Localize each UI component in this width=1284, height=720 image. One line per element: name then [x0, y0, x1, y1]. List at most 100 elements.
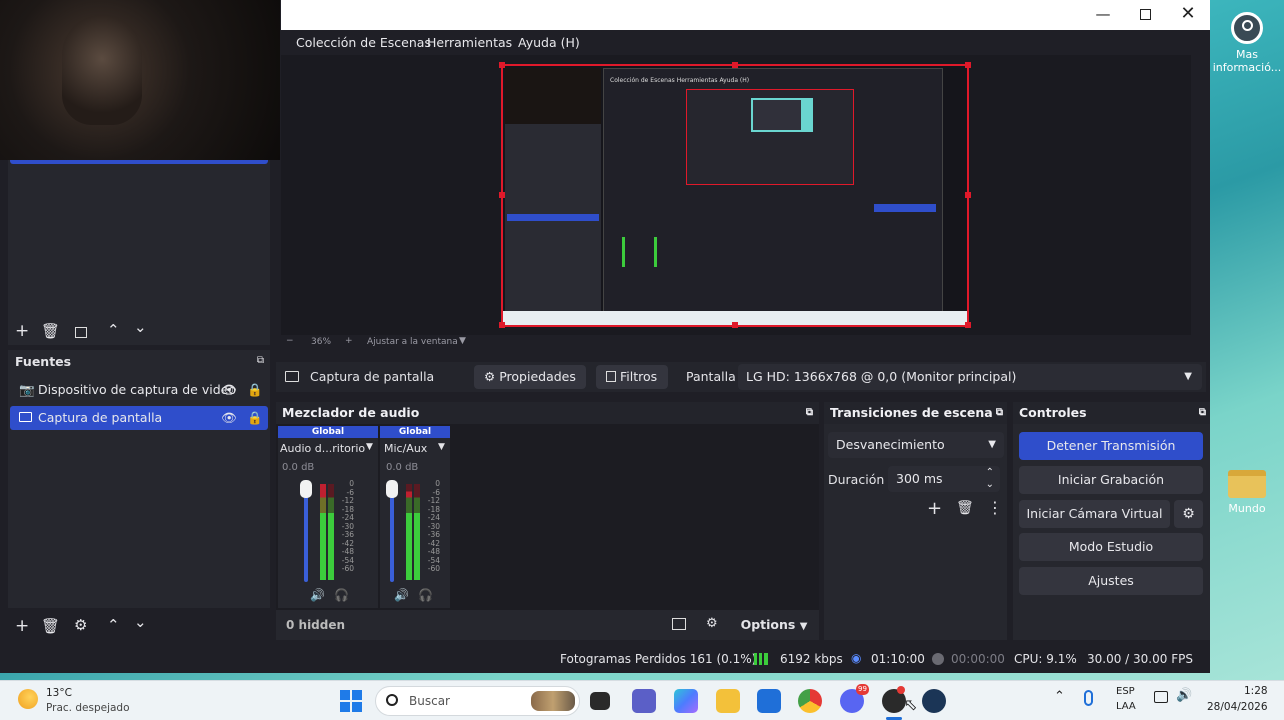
more-options-icon[interactable]: ⋮ [987, 498, 1003, 517]
fit-window-label[interactable]: Ajustar a la ventana [367, 337, 458, 347]
search-placeholder: Buscar [409, 694, 450, 708]
steam-icon[interactable] [922, 689, 946, 713]
menu-help[interactable]: Ayuda (H) [518, 35, 580, 50]
headphones-icon[interactable]: 🎧 [334, 588, 349, 602]
clock-time[interactable]: 1:28 [1244, 685, 1268, 697]
stop-streaming-button[interactable]: Detener Transmisión [1019, 432, 1203, 460]
screen-select[interactable]: LG HD: 1366x768 @ 0,0 (Monitor principal… [738, 364, 1202, 390]
headphones-icon[interactable]: 🎧 [418, 588, 433, 602]
capture-left-panel [505, 124, 601, 322]
chrome-icon[interactable] [798, 689, 822, 713]
resize-handle-ml[interactable] [499, 192, 505, 198]
undock-icon[interactable]: ⧉ [806, 402, 813, 424]
lock-icon[interactable]: 🔒 [247, 406, 263, 430]
zoom-in-icon[interactable]: + [345, 336, 353, 346]
virtual-camera-settings-button[interactable]: ⚙ [1174, 500, 1203, 528]
sources-undock-icon[interactable]: ⧉ [257, 355, 264, 366]
resize-handle-br[interactable] [965, 322, 971, 328]
layout-icon[interactable] [672, 618, 686, 630]
monitor-icon [285, 371, 299, 382]
channel-name[interactable]: Audio d...ritorio [280, 442, 365, 455]
scene-down-icon[interactable]: ⌄ [134, 318, 147, 336]
add-source-icon[interactable]: + [15, 616, 29, 636]
resize-handle-mr[interactable] [965, 192, 971, 198]
start-recording-button[interactable]: Iniciar Grabación [1019, 466, 1203, 494]
copilot-icon[interactable] [674, 689, 698, 713]
properties-button[interactable]: ⚙ Propiedades [474, 365, 586, 389]
dropped-frames: Fotogramas Perdidos 161 (0.1%) [560, 652, 757, 666]
speaker-icon[interactable]: 🔊 [394, 588, 409, 602]
menu-tools[interactable]: Herramientas [427, 35, 512, 50]
chevron-down-icon[interactable]: ▼ [366, 442, 373, 452]
delete-source-icon[interactable]: 🗑 [41, 617, 60, 635]
volume-slider-handle[interactable] [300, 480, 312, 498]
resize-handle-tr[interactable] [965, 62, 971, 68]
scene-up-icon[interactable]: ⌃ [107, 321, 120, 339]
filters-label: Filtros [619, 369, 658, 384]
zoom-dropdown-icon[interactable]: ▼ [459, 336, 466, 346]
search-box[interactable]: Buscar [375, 686, 580, 716]
source-properties-icon[interactable]: ⚙ [74, 616, 87, 634]
settings-button[interactable]: Ajustes [1019, 567, 1203, 595]
duration-label: Duración [828, 472, 885, 487]
resize-handle-bl[interactable] [499, 322, 505, 328]
options-button[interactable]: Options ▼ [734, 614, 814, 636]
clock-date[interactable]: 28/04/2026 [1207, 701, 1268, 713]
source-down-icon[interactable]: ⌄ [134, 613, 147, 631]
volume-icon[interactable]: 🔊 [1176, 688, 1192, 703]
chevron-down-icon: ▼ [1184, 371, 1192, 382]
advanced-audio-icon[interactable]: ⚙ [706, 616, 718, 631]
resize-handle-tl[interactable] [499, 62, 505, 68]
store-icon[interactable] [757, 689, 781, 713]
chevron-down-icon[interactable]: ▼ [438, 442, 445, 452]
weather-widget[interactable]: 13°C Prac. despejado [16, 685, 136, 717]
add-transition-icon[interactable]: + [927, 498, 942, 519]
duration-stepper[interactable]: 300 ms ⌃ ⌄ [888, 466, 1000, 492]
webcam-overlay [0, 0, 280, 160]
delete-transition-icon[interactable]: 🗑 [956, 500, 974, 516]
desktop-icon-info-label: Mas informació... [1212, 48, 1282, 74]
volume-slider-handle[interactable] [386, 480, 398, 498]
channel-name[interactable]: Mic/Aux [384, 442, 427, 455]
chevron-up-icon[interactable]: ⌃ [1054, 689, 1065, 704]
start-virtual-camera-button[interactable]: Iniciar Cámara Virtual [1019, 500, 1170, 528]
windows-start-icon[interactable] [340, 690, 362, 712]
audio-mixer-dock: Mezclador de audio ⧉ Global Audio d...ri… [276, 402, 819, 640]
source-up-icon[interactable]: ⌃ [107, 616, 120, 634]
speaker-icon[interactable]: 🔊 [310, 588, 325, 602]
maximize-icon[interactable] [1123, 0, 1167, 30]
desktop-icon-folder[interactable]: Mundo [1212, 470, 1282, 532]
microphone-icon[interactable] [1084, 690, 1093, 706]
filters-button[interactable]: Filtros [596, 365, 668, 389]
source-item-screen-capture[interactable]: Captura de pantalla 👁 🔒 [10, 406, 268, 430]
desktop-icon-info[interactable]: Mas informació... [1212, 12, 1282, 84]
studio-mode-button[interactable]: Modo Estudio [1019, 533, 1203, 561]
undock-icon[interactable]: ⧉ [1199, 402, 1206, 424]
lock-icon[interactable]: 🔒 [247, 378, 263, 402]
screen-capture-preview[interactable]: Colección de Escenas Herramientas Ayuda … [501, 64, 969, 327]
task-view-icon[interactable] [590, 692, 610, 710]
sources-header: Fuentes ⧉ [8, 350, 270, 374]
language-bottom[interactable]: LAA [1116, 701, 1136, 712]
transition-select[interactable]: Desvanecimiento ▼ [828, 432, 1004, 458]
hidden-count[interactable]: 0 hidden [286, 618, 345, 632]
add-scene-icon[interactable]: + [15, 321, 29, 341]
resize-handle-tc[interactable] [732, 62, 738, 68]
file-explorer-icon[interactable] [716, 689, 740, 713]
close-icon[interactable]: ✕ [1166, 0, 1210, 30]
teams-icon[interactable] [632, 689, 656, 713]
menu-scene-collection[interactable]: Colección de Escenas [296, 35, 431, 50]
undock-icon[interactable]: ⧉ [996, 402, 1003, 424]
scene-filters-icon[interactable] [75, 324, 87, 342]
language-top[interactable]: ESP [1116, 686, 1135, 697]
network-icon[interactable] [1154, 691, 1168, 703]
delete-scene-icon[interactable]: 🗑 [41, 322, 60, 340]
capture-nested-preview [686, 89, 854, 185]
source-item-video-capture[interactable]: 📷 Dispositivo de captura de video 👁 🔒 [10, 378, 268, 402]
eye-icon[interactable]: 👁 [221, 378, 237, 402]
eye-icon[interactable]: 👁 [221, 406, 237, 430]
zoom-out-icon[interactable]: − [286, 336, 294, 346]
minimize-icon[interactable]: — [1081, 0, 1125, 30]
resize-handle-bc[interactable] [732, 322, 738, 328]
chevron-down-icon[interactable]: ⌄ [986, 472, 994, 498]
